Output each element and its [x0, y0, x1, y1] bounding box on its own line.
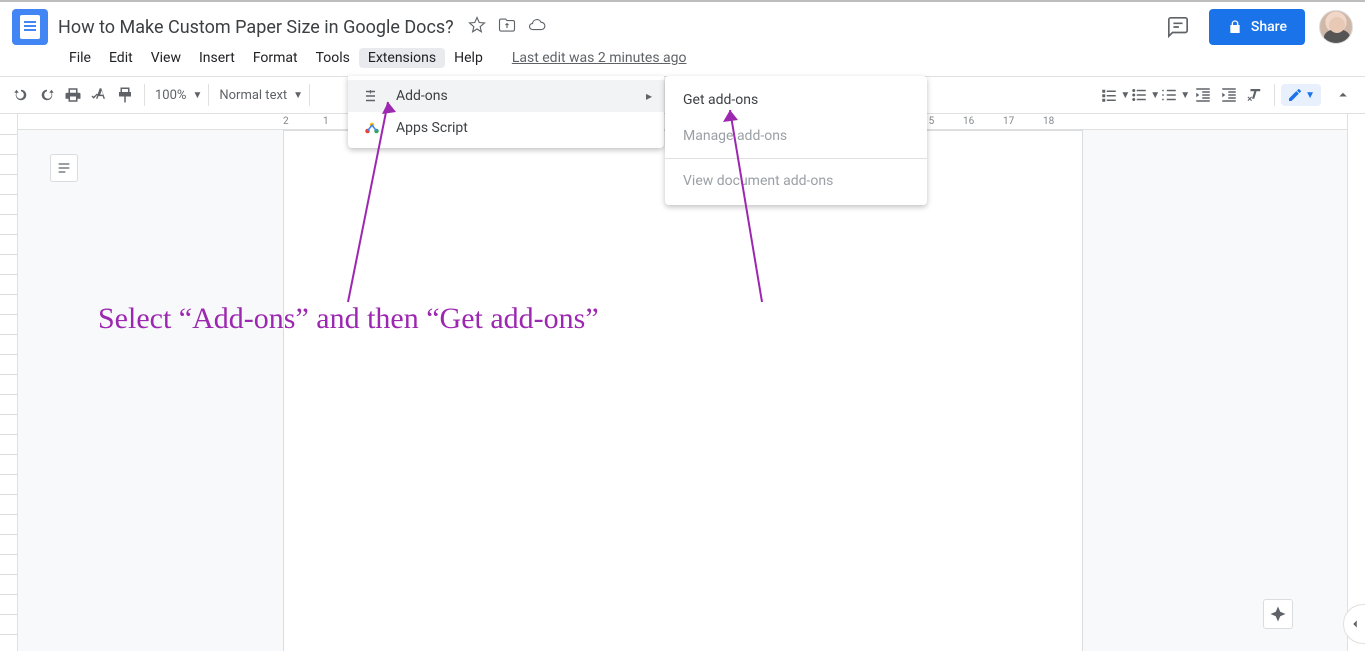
numbered-list-button[interactable]: ▼ [1160, 86, 1190, 104]
avatar[interactable] [1319, 10, 1353, 44]
explore-button[interactable] [1263, 599, 1293, 629]
docs-logo[interactable] [12, 9, 48, 45]
cloud-status-icon[interactable] [528, 16, 546, 38]
spellcheck-button[interactable] [86, 82, 112, 108]
appsscript-icon [362, 118, 382, 138]
zoom-select[interactable]: 100%▼ [151, 88, 202, 103]
print-button[interactable] [60, 82, 86, 108]
vertical-ruler [0, 114, 18, 651]
menu-extensions[interactable]: Extensions [359, 48, 445, 68]
menubar: File Edit View Insert Format Tools Exten… [0, 44, 1365, 72]
decrease-indent-button[interactable] [1190, 82, 1216, 108]
pencil-icon [1287, 87, 1303, 103]
increase-indent-button[interactable] [1216, 82, 1242, 108]
dropdown-item-addons[interactable]: Add-ons ▸ [348, 80, 664, 112]
star-icon[interactable] [468, 16, 486, 38]
lock-icon [1227, 19, 1243, 35]
outline-button[interactable] [50, 154, 78, 182]
checklist-button[interactable]: ▼ [1100, 86, 1130, 104]
share-button[interactable]: Share [1209, 9, 1305, 45]
menu-tools[interactable]: Tools [307, 48, 359, 68]
submenu-divider [665, 158, 927, 159]
undo-button[interactable] [8, 82, 34, 108]
share-label: Share [1251, 19, 1287, 35]
chevron-up-icon [1334, 86, 1352, 104]
last-edit-link[interactable]: Last edit was 2 minutes ago [512, 50, 687, 66]
menu-file[interactable]: File [60, 48, 100, 68]
dropdown-item-appsscript[interactable]: Apps Script [348, 112, 664, 144]
side-panel [1347, 114, 1365, 651]
addons-icon [362, 86, 382, 106]
menu-help[interactable]: Help [445, 48, 492, 68]
menu-insert[interactable]: Insert [190, 48, 244, 68]
bulleted-list-button[interactable]: ▼ [1130, 86, 1160, 104]
editing-mode-button[interactable]: ▼ [1281, 84, 1321, 106]
addons-submenu: Get add-ons Manage add-ons View document… [665, 76, 927, 205]
submenu-item-get-addons[interactable]: Get add-ons [665, 82, 927, 118]
menu-format[interactable]: Format [244, 48, 307, 68]
submenu-item-manage-addons: Manage add-ons [665, 118, 927, 154]
clear-formatting-button[interactable] [1242, 82, 1268, 108]
menu-view[interactable]: View [142, 48, 190, 68]
submenu-item-view-doc-addons: View document add-ons [665, 163, 927, 199]
menu-edit[interactable]: Edit [100, 48, 142, 68]
doc-title[interactable]: How to Make Custom Paper Size in Google … [58, 17, 454, 38]
paragraph-style-select[interactable]: Normal text▼ [215, 88, 303, 103]
dropdown-item-label: Add-ons [396, 88, 448, 104]
comments-button[interactable] [1161, 10, 1195, 44]
redo-button[interactable] [34, 82, 60, 108]
chevron-right-icon: ▸ [646, 89, 652, 103]
dropdown-item-label: Apps Script [396, 120, 468, 136]
extensions-dropdown: Add-ons ▸ Apps Script [348, 76, 664, 148]
header: How to Make Custom Paper Size in Google … [0, 2, 1365, 44]
move-icon[interactable] [498, 16, 516, 38]
document-page[interactable] [283, 130, 1083, 651]
paint-format-button[interactable] [112, 82, 138, 108]
collapse-toolbar-button[interactable] [1329, 81, 1357, 109]
chevron-left-icon [1348, 617, 1362, 631]
